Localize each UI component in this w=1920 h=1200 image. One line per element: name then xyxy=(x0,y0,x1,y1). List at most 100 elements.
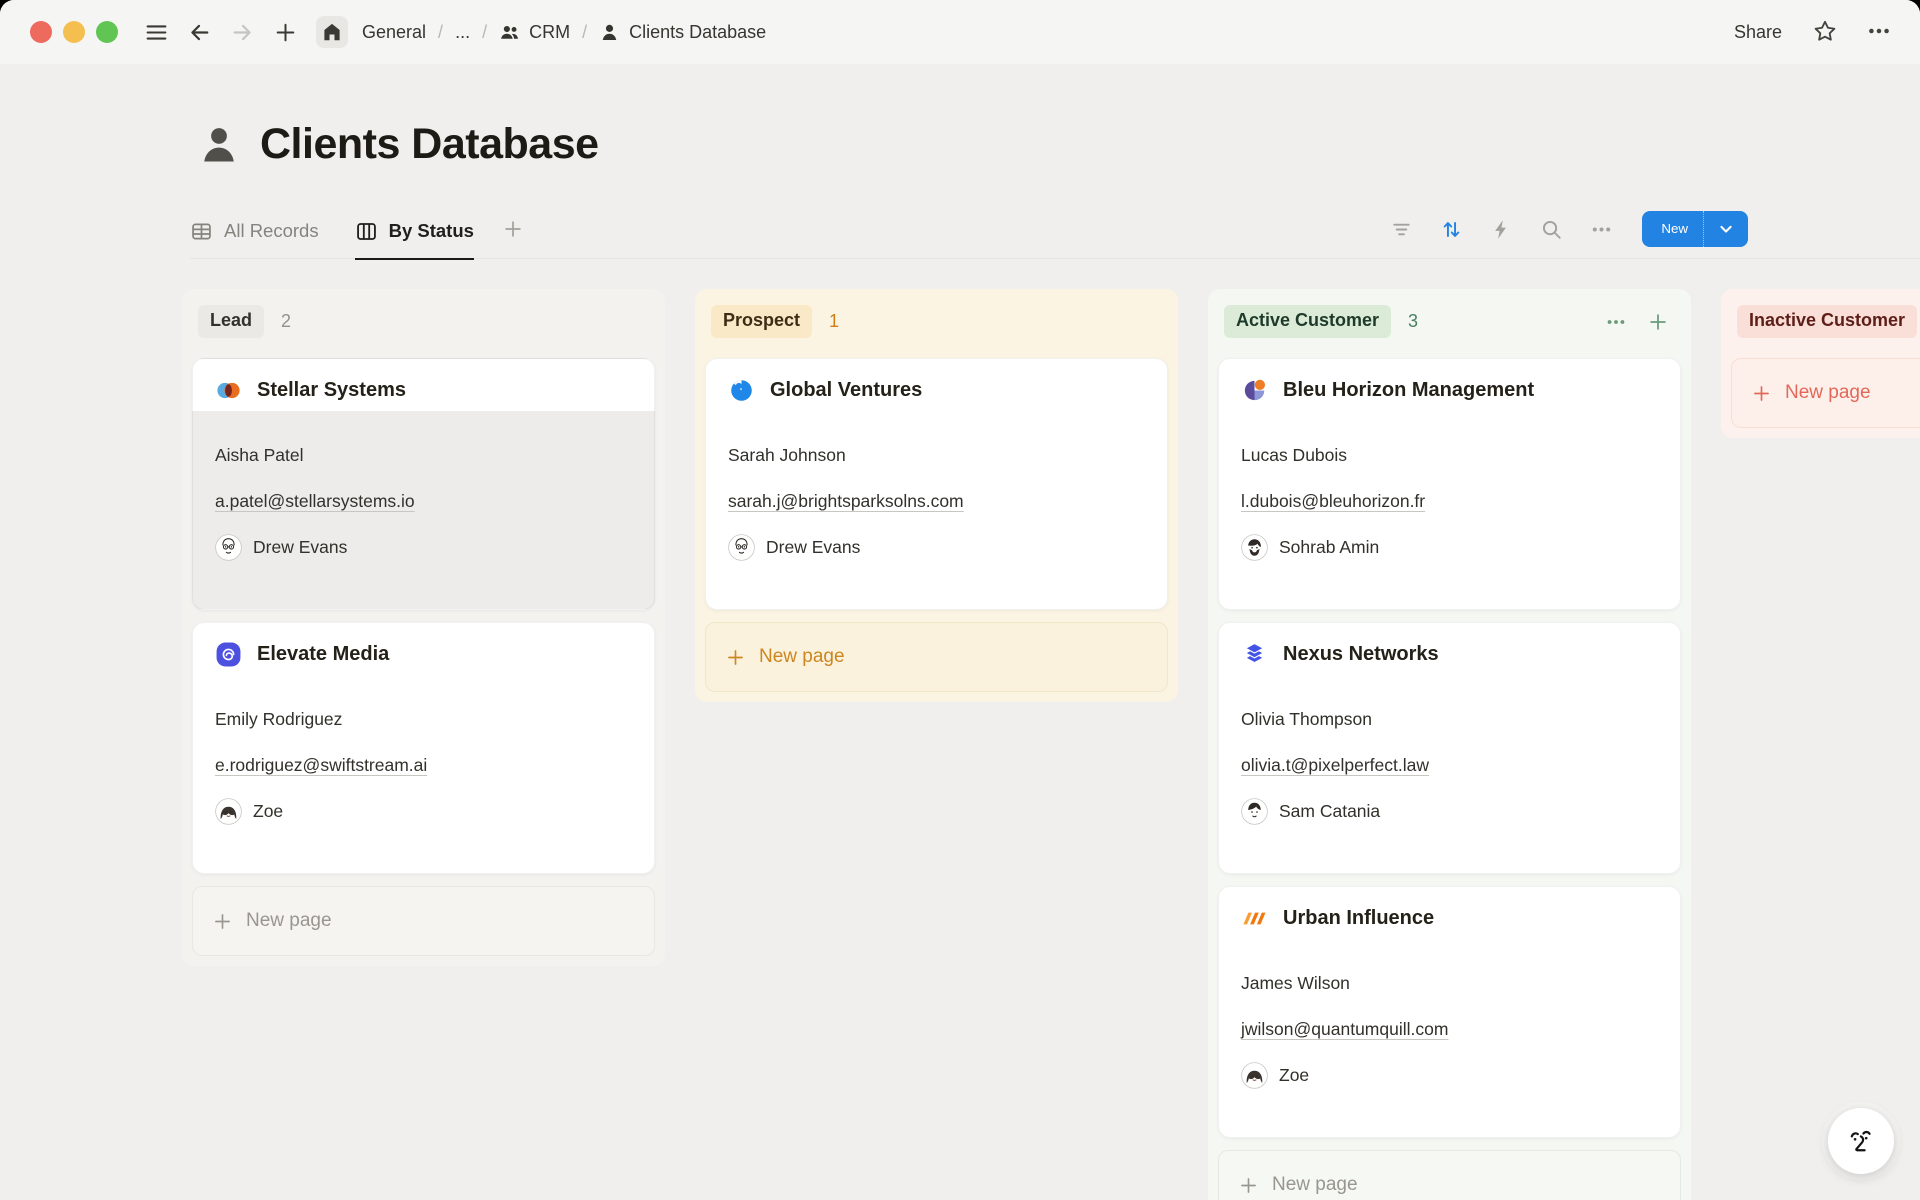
board-card-urban-influence[interactable]: Urban InfluenceJames Wilsonjwilson@quant… xyxy=(1218,886,1681,1138)
sort-button[interactable] xyxy=(1440,218,1463,241)
close-window-button[interactable] xyxy=(30,21,52,43)
card-owner-name: Drew Evans xyxy=(253,537,347,558)
column-more-icon[interactable] xyxy=(1605,311,1627,333)
card-owner-name: Zoe xyxy=(1279,1065,1309,1086)
card-email-link[interactable]: a.patel@stellarsystems.io xyxy=(215,491,415,511)
breadcrumb-label: ... xyxy=(455,22,470,43)
card-title-row: Global Ventures xyxy=(728,377,1145,404)
add-view-button[interactable] xyxy=(502,218,524,258)
card-title-row: Elevate Media xyxy=(215,641,632,668)
card-email-row: a.patel@stellarsystems.io xyxy=(215,488,632,514)
board-card-nexus-networks[interactable]: Nexus NetworksOlivia Thompsonolivia.t@pi… xyxy=(1218,622,1681,874)
card-title-row: Urban Influence xyxy=(1241,905,1658,932)
card-title: Bleu Horizon Management xyxy=(1283,379,1534,402)
board-card-stellar-systems[interactable]: Stellar SystemsAisha Patela.patel@stella… xyxy=(192,358,655,610)
view-more-button[interactable] xyxy=(1590,218,1613,241)
new-page-button[interactable]: New page xyxy=(192,886,655,956)
logo-venn-circles-icon xyxy=(215,377,242,404)
view-tabs-row: All Records By Status New xyxy=(190,211,1920,259)
breadcrumb-item-clients-database[interactable]: Clients Database xyxy=(599,22,766,43)
card-title-row: Nexus Networks xyxy=(1241,641,1658,668)
card-owner-row: Zoe xyxy=(215,798,632,825)
card-contact: Sarah Johnson xyxy=(728,442,1145,468)
tab-by-status[interactable]: By Status xyxy=(355,220,474,260)
logo-stripes-icon xyxy=(1241,905,1268,932)
more-icon xyxy=(1866,18,1892,44)
card-contact: Lucas Dubois xyxy=(1241,442,1658,468)
zoom-window-button[interactable] xyxy=(96,21,118,43)
avatar-drew-evans xyxy=(215,534,242,561)
card-owner-name: Sam Catania xyxy=(1279,801,1380,822)
plus-icon xyxy=(212,911,233,932)
arrow-right-icon xyxy=(230,20,255,45)
topbar-more-button[interactable] xyxy=(1866,18,1892,47)
new-tab-button[interactable] xyxy=(273,20,298,45)
breadcrumb-separator: / xyxy=(438,22,443,43)
avatar-zoe xyxy=(1241,1062,1268,1089)
breadcrumb-separator: / xyxy=(482,22,487,43)
table-view-icon xyxy=(190,220,213,243)
column-status-badge[interactable]: Prospect xyxy=(711,305,812,338)
assistant-watermark-button[interactable] xyxy=(1828,1108,1894,1174)
new-page-button[interactable]: New page xyxy=(1218,1150,1681,1200)
column-status-badge[interactable]: Inactive Customer xyxy=(1737,305,1917,338)
column-add-icon[interactable] xyxy=(1647,311,1669,333)
search-button[interactable] xyxy=(1540,218,1563,241)
card-email-row: l.dubois@bleuhorizon.fr xyxy=(1241,488,1658,514)
card-email-link[interactable]: olivia.t@pixelperfect.law xyxy=(1241,755,1429,775)
board-card-bleu-horizon-management[interactable]: Bleu Horizon Management Lucas Dubois l.dub… xyxy=(1218,358,1681,610)
card-owner-row: Drew Evans xyxy=(215,534,632,561)
card-title: Urban Influence xyxy=(1283,907,1434,930)
avatar-drew-evans xyxy=(728,534,755,561)
card-contact: Aisha Patel xyxy=(215,442,632,468)
window-topbar: General/.../CRM/Clients Database Share xyxy=(0,0,1920,64)
column-header: Prospect 1 xyxy=(705,299,1168,338)
card-email-link[interactable]: e.rodriguez@swiftstream.ai xyxy=(215,755,427,775)
breadcrumb: General/.../CRM/Clients Database xyxy=(362,22,766,43)
breadcrumb-label: General xyxy=(362,22,426,43)
card-email-link[interactable]: l.dubois@bleuhorizon.fr xyxy=(1241,491,1425,511)
new-record-button[interactable]: New xyxy=(1642,211,1703,247)
new-page-button[interactable]: New page xyxy=(705,622,1168,692)
back-button[interactable] xyxy=(187,20,212,45)
chevron-down-icon xyxy=(1716,219,1736,239)
new-page-label: New page xyxy=(246,910,332,932)
column-count: 1 xyxy=(829,311,839,332)
tab-all-records[interactable]: All Records xyxy=(190,220,319,260)
card-email-link[interactable]: jwilson@quantumquill.com xyxy=(1241,1019,1448,1039)
minimize-window-button[interactable] xyxy=(63,21,85,43)
avatar-sam-catania xyxy=(1241,798,1268,825)
automation-button[interactable] xyxy=(1490,218,1513,241)
forward-button[interactable] xyxy=(230,20,255,45)
more-icon xyxy=(1590,218,1613,241)
share-button[interactable]: Share xyxy=(1734,22,1782,43)
card-email-link[interactable]: sarah.j@brightsparksolns.com xyxy=(728,491,964,511)
breadcrumb-item-[interactable]: ... xyxy=(455,22,470,43)
breadcrumb-label: CRM xyxy=(529,22,570,43)
new-page-label: New page xyxy=(1272,1174,1358,1196)
filter-button[interactable] xyxy=(1390,218,1413,241)
new-record-dropdown-button[interactable] xyxy=(1703,211,1748,247)
card-owner-row: Sohrab Amin xyxy=(1241,534,1658,561)
column-status-badge[interactable]: Lead xyxy=(198,305,264,338)
favorite-button[interactable] xyxy=(1812,18,1838,47)
star-icon xyxy=(1812,18,1838,44)
plus-icon xyxy=(725,647,746,668)
new-page-button[interactable]: New page xyxy=(1731,358,1920,428)
board-card-global-ventures[interactable]: Global Ventures Sarah Johnson sarah.j@brig… xyxy=(705,358,1168,610)
card-owner-row: Zoe xyxy=(1241,1062,1658,1089)
page-content: Clients Database All Records By Status Ne… xyxy=(0,120,1920,1200)
home-button[interactable] xyxy=(316,16,348,48)
lightning-icon xyxy=(1490,218,1513,241)
page-title[interactable]: Clients Database xyxy=(260,120,599,169)
breadcrumb-item-crm[interactable]: CRM xyxy=(499,22,570,43)
column-status-badge[interactable]: Active Customer xyxy=(1224,305,1391,338)
page-person-icon[interactable] xyxy=(196,122,242,168)
board-card-elevate-media[interactable]: Elevate MediaEmily Rodrigueze.rodriguez@… xyxy=(192,622,655,874)
sidebar-toggle-icon[interactable] xyxy=(144,20,169,45)
board-column-active-customer: Active Customer3Bleu Horizon ManagementL… xyxy=(1208,289,1691,1200)
hamburger-icon xyxy=(144,20,169,45)
column-header: Inactive Customer xyxy=(1731,299,1920,338)
home-icon xyxy=(321,21,343,43)
breadcrumb-item-general[interactable]: General xyxy=(362,22,426,43)
